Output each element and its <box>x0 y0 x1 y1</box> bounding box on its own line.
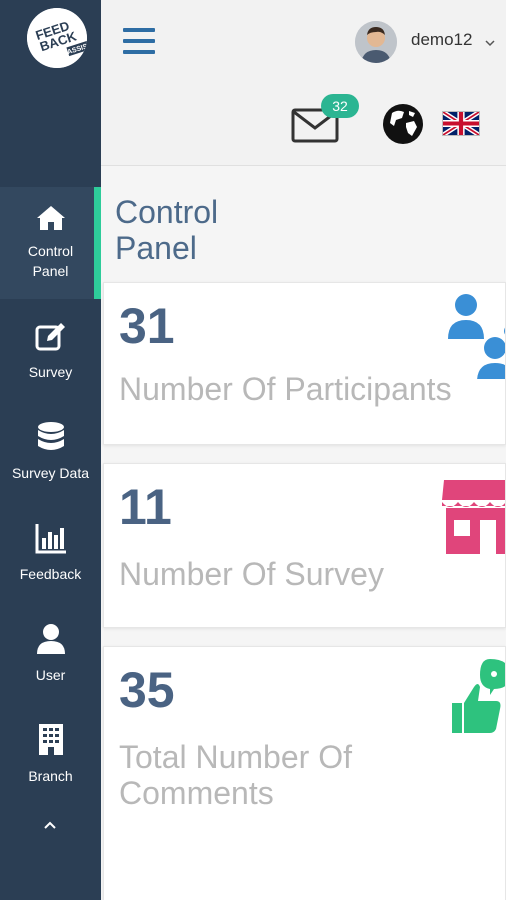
sidebar-item-feedback[interactable]: Feedback <box>0 512 101 624</box>
thumbs-up-comment-icon <box>450 659 505 744</box>
sidebar: FEED BACK ASSIST Control Panel Survey Su… <box>0 0 101 900</box>
sidebar-item-user[interactable]: User <box>0 613 101 725</box>
card-label: Total Number Of Comments <box>119 739 352 811</box>
card-value: 11 <box>119 479 172 535</box>
sidebar-item-label: User <box>35 667 66 683</box>
store-icon <box>440 476 505 559</box>
card-label: Number Of Participants <box>119 371 452 407</box>
comments-card[interactable]: 35 Total Number Of Comments <box>103 646 506 900</box>
username[interactable]: demo12 <box>411 30 472 50</box>
database-icon <box>34 420 68 454</box>
sidebar-item-branch[interactable]: Branch <box>0 714 101 826</box>
sidebar-item-label: Survey <box>28 364 73 380</box>
card-label: Number Of Survey <box>119 556 384 592</box>
uk-flag-icon[interactable] <box>441 110 481 137</box>
survey-card[interactable]: 11 Number Of Survey <box>103 463 506 628</box>
top-header: demo12 32 <box>101 0 506 166</box>
participants-card[interactable]: 31 Number Of Participants <box>103 282 506 445</box>
sidebar-item-control-panel[interactable]: Control Panel <box>0 187 101 299</box>
home-icon <box>34 201 68 235</box>
avatar[interactable] <box>355 21 397 63</box>
hamburger-icon[interactable] <box>123 28 155 56</box>
sidebar-item-label: Branch <box>28 768 73 784</box>
building-icon <box>34 722 68 756</box>
edit-icon <box>34 320 68 354</box>
globe-icon[interactable] <box>382 103 424 145</box>
sidebar-item-survey-data[interactable]: Survey Data <box>0 411 101 523</box>
sidebar-item-label: Survey Data <box>11 465 90 481</box>
bar-chart-icon <box>34 521 68 555</box>
notification-badge: 32 <box>321 94 359 118</box>
main-content: Control Panel 31 Number Of Participants … <box>101 166 506 900</box>
page-title: Control Panel <box>115 194 219 266</box>
sidebar-item-survey[interactable]: Survey <box>0 310 101 422</box>
sidebar-item-label: Feedback <box>19 566 82 582</box>
chevron-down-icon[interactable] <box>484 35 496 47</box>
feedback-assist-logo[interactable]: FEED BACK ASSIST <box>27 8 87 68</box>
card-value: 35 <box>119 662 175 718</box>
chevron-up-icon[interactable] <box>41 818 59 832</box>
participants-icon <box>444 289 505 384</box>
card-value: 31 <box>119 298 175 354</box>
user-icon <box>34 622 68 656</box>
sidebar-item-label: Control Panel <box>27 243 74 279</box>
